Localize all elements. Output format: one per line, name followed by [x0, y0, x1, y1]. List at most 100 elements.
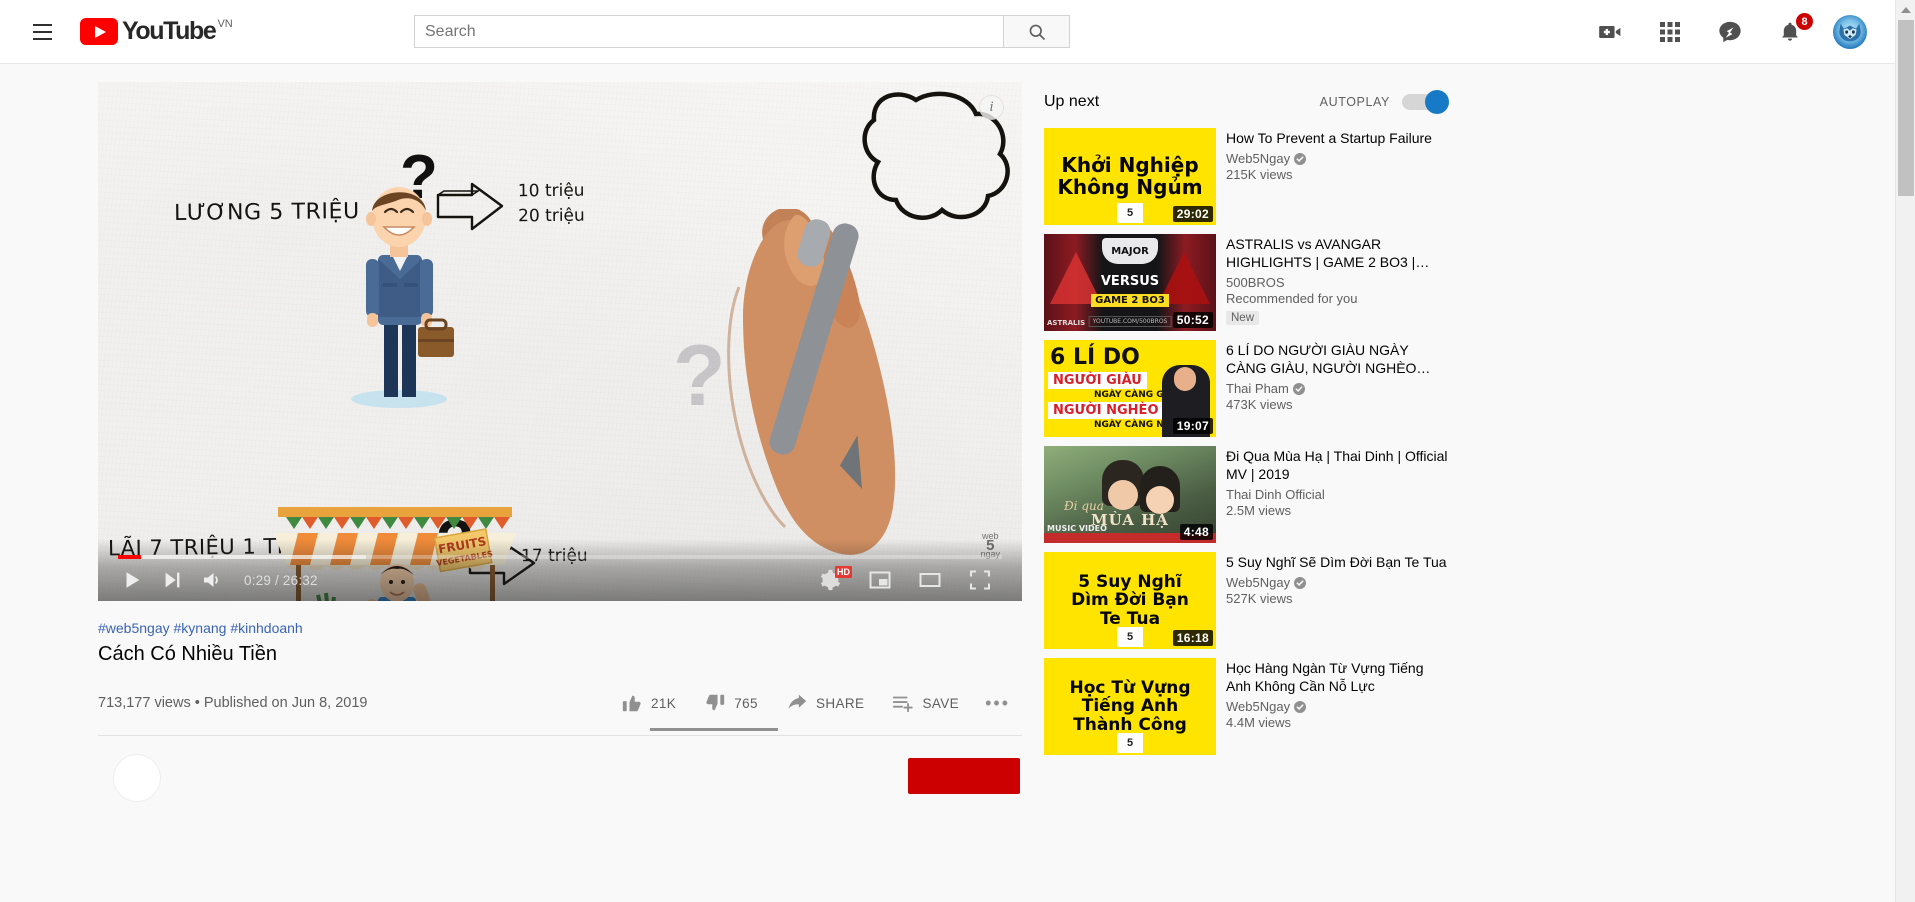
video-duration: 16:18: [1172, 630, 1213, 646]
info-icon[interactable]: i: [979, 95, 1004, 120]
page-scrollbar[interactable]: [1895, 0, 1915, 902]
create-video-icon[interactable]: [1593, 15, 1627, 49]
verified-badge-icon: [1292, 382, 1305, 395]
video-view-count: 215K views: [1226, 167, 1293, 182]
save-label: SAVE: [922, 695, 960, 711]
video-info: 5 Suy Nghĩ Sẽ Dìm Đời Bạn Te Tua Web5Ngay…: [1226, 552, 1448, 649]
more-actions-button[interactable]: •••: [973, 693, 1022, 714]
youtube-logo-text: YouTube: [122, 17, 217, 45]
save-button[interactable]: SAVE: [878, 686, 973, 720]
list-item[interactable]: MÙA HẠ Đi qua MUSIC VIDEO 4:48 Đi Qua Mùa Hạ…: [1044, 446, 1448, 543]
video-thumbnail[interactable]: Khởi Nghiệp Không Ngủm 5 29:02: [1044, 128, 1216, 225]
youtube-play-icon: [80, 18, 118, 45]
fullscreen-icon: [969, 570, 991, 590]
next-icon: [165, 572, 180, 588]
search-icon: [1029, 24, 1045, 40]
masthead-right-icons: 8: [1593, 0, 1867, 64]
video-title[interactable]: 5 Suy Nghĩ Sẽ Dìm Đời Bạn Te Tua: [1226, 553, 1448, 571]
volume-button[interactable]: [192, 560, 232, 600]
video-stats-row: 713,177 views • Published on Jun 8, 2019…: [98, 686, 1022, 720]
channel-name[interactable]: Web5Ngay: [1226, 699, 1448, 714]
play-button[interactable]: [112, 560, 152, 600]
channel-watermark: 5: [1117, 733, 1143, 753]
verified-badge-icon: [1294, 152, 1307, 165]
autoplay-control[interactable]: AUTOPLAY: [1319, 90, 1449, 114]
channel-name[interactable]: Web5Ngay: [1226, 575, 1448, 590]
video-title[interactable]: ASTRALIS vs AVANGAR HIGHLIGHTS | GAME 2 …: [1226, 235, 1448, 271]
video-thumbnail[interactable]: Học Từ Vựng Tiếng Anh Thành Công 5: [1044, 658, 1216, 755]
volume-icon: [204, 573, 218, 587]
list-item[interactable]: MAJOR VERSUS GAME 2 BO3 ASTRALIS YOUTUBE.COM…: [1044, 234, 1448, 331]
dislike-count: 765: [734, 695, 758, 711]
related-video-list: Khởi Nghiệp Không Ngủm 5 29:02 How To Preven…: [1044, 128, 1448, 755]
like-count: 21K: [650, 695, 677, 711]
channel-name[interactable]: Thai Dinh Official: [1226, 487, 1448, 502]
video-info: How To Prevent a Startup Failure Web5Ngay…: [1226, 128, 1448, 225]
video-player[interactable]: ? LƯƠNG 5 TRIỆU ? 10 triệu 20 triệu web …: [98, 82, 1022, 601]
search-area: [414, 15, 1070, 48]
apps-grid-icon[interactable]: [1653, 15, 1687, 49]
miniplayer-button[interactable]: [860, 560, 900, 600]
new-badge: New: [1226, 311, 1260, 325]
meta-divider: [98, 735, 1022, 736]
video-thumbnail[interactable]: 5 Suy Nghĩ Dìm Đời Bạn Te Tua 5 16:18: [1044, 552, 1216, 649]
channel-name[interactable]: Thai Pham: [1226, 381, 1448, 396]
video-view-count: 527K views: [1226, 591, 1293, 606]
sidebar-header: Up next AUTOPLAY: [1044, 82, 1449, 122]
like-button[interactable]: 21K: [607, 686, 690, 720]
recommendation-reason: Recommended for you: [1226, 291, 1358, 306]
video-hashtags[interactable]: #web5ngay #kynang #kinhdoanh: [98, 620, 1022, 636]
video-info: Đi Qua Mùa Hạ | Thai Dinh | Official MV …: [1226, 446, 1448, 543]
search-input[interactable]: [425, 22, 997, 41]
list-item[interactable]: Khởi Nghiệp Không Ngủm 5 29:02 How To Preven…: [1044, 128, 1448, 225]
video-title[interactable]: 6 LÍ DO NGƯỜI GIÀU NGÀY CÀNG GIÀU, NGƯỜI…: [1226, 341, 1448, 377]
video-action-buttons: 21K 765 SHARE SAVE •••: [607, 686, 1022, 720]
youtube-logo[interactable]: YouTube VN: [80, 18, 233, 45]
messages-icon[interactable]: [1713, 15, 1747, 49]
scrollbar-thumb[interactable]: [1898, 20, 1914, 196]
notifications-bell-icon[interactable]: 8: [1773, 13, 1813, 49]
autoplay-toggle[interactable]: [1402, 90, 1449, 114]
verified-badge-icon: [1294, 576, 1307, 589]
video-title[interactable]: Đi Qua Mùa Hạ | Thai Dinh | Official MV …: [1226, 447, 1448, 483]
list-item[interactable]: Học Từ Vựng Tiếng Anh Thành Công 5 Học Hàng …: [1044, 658, 1448, 755]
video-view-count: 713,177 views • Published on Jun 8, 2019: [98, 695, 368, 711]
list-item[interactable]: 5 Suy Nghĩ Dìm Đời Bạn Te Tua 5 16:18 5 Suy N…: [1044, 552, 1448, 649]
miniplayer-icon: [869, 571, 891, 589]
account-avatar[interactable]: [1833, 15, 1867, 49]
settings-gear-button[interactable]: HD: [810, 560, 852, 600]
businessman-illustration: [351, 187, 454, 408]
time-display: 0:29 / 26:32: [244, 572, 318, 588]
youtube-country-code: VN: [217, 18, 233, 30]
video-thumbnail[interactable]: MÙA HẠ Đi qua MUSIC VIDEO 4:48: [1044, 446, 1216, 543]
share-button[interactable]: SHARE: [772, 686, 879, 720]
video-title[interactable]: How To Prevent a Startup Failure: [1226, 129, 1448, 147]
video-info: Học Hàng Ngàn Từ Vựng Tiếng Anh Không Cầ…: [1226, 658, 1448, 755]
autoplay-label: AUTOPLAY: [1319, 95, 1390, 109]
dislike-button[interactable]: 765: [690, 686, 772, 720]
hamburger-menu-icon[interactable]: [22, 12, 62, 52]
play-icon: [126, 572, 140, 588]
action-hover-indicator: [650, 728, 778, 731]
player-controls-right: HD: [810, 560, 1008, 600]
page-title: Cách Có Nhiều Tiền: [98, 643, 277, 665]
search-button[interactable]: [1004, 15, 1070, 48]
video-duration: 29:02: [1172, 206, 1213, 222]
channel-name[interactable]: Web5Ngay: [1226, 151, 1448, 166]
channel-name[interactable]: 500BROS: [1226, 275, 1448, 290]
subscribe-button[interactable]: [908, 758, 1020, 794]
fullscreen-button[interactable]: [960, 560, 1000, 600]
video-duration: 4:48: [1179, 524, 1213, 540]
video-title[interactable]: Học Hàng Ngàn Từ Vựng Tiếng Anh Không Cầ…: [1226, 659, 1448, 695]
video-thumbnail[interactable]: MAJOR VERSUS GAME 2 BO3 ASTRALIS YOUTUBE.COM…: [1044, 234, 1216, 331]
video-thumbnail[interactable]: 6 LÍ DO NGƯỜI GIÀU NGÀY CÀNG GIÀU NGƯỜI NGH…: [1044, 340, 1216, 437]
scene-result-1: 10 triệu 20 triệu: [517, 180, 585, 227]
hand-drawing-illustration: [727, 209, 896, 555]
scroll-up-button[interactable]: [1896, 0, 1915, 20]
theater-mode-button[interactable]: [910, 560, 950, 600]
next-video-button[interactable]: [152, 560, 192, 600]
search-box[interactable]: [414, 15, 1004, 48]
list-item[interactable]: 6 LÍ DO NGƯỜI GIÀU NGÀY CÀNG GIÀU NGƯỜI NGH…: [1044, 340, 1448, 437]
channel-avatar[interactable]: [113, 754, 161, 802]
video-view-count: 473K views: [1226, 397, 1293, 412]
